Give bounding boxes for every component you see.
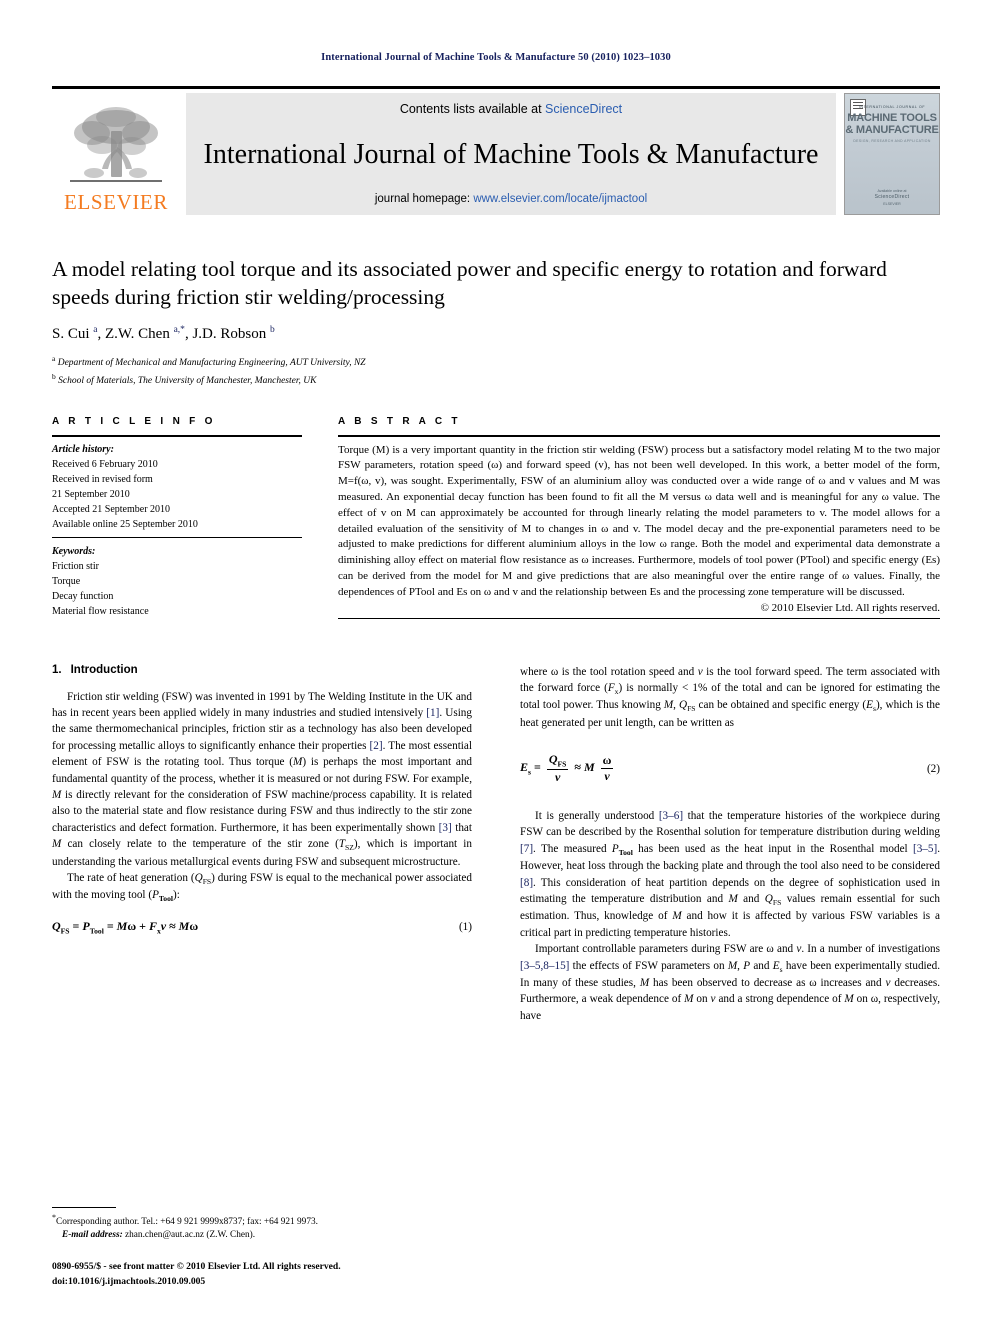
equation-2-number: (2)	[926, 762, 940, 775]
info-abstract-region: A R T I C L E I N F O Article history: R…	[52, 416, 940, 620]
abstract-text: Torque (M) is a very important quantity …	[338, 443, 940, 598]
cover-eyebrow: INTERNATIONAL JOURNAL OF	[858, 105, 926, 109]
affiliation-b-mark: b	[52, 371, 56, 381]
footnote-corresponding-text: Corresponding author. Tel.: +64 9 921 99…	[56, 1216, 318, 1227]
running-head: International Journal of Machine Tools &…	[321, 52, 671, 63]
keyword-item: Decay function	[52, 591, 114, 603]
footnote-block: *Corresponding author. Tel.: +64 9 921 9…	[52, 1206, 472, 1289]
cover-foot-big: ScienceDirect	[874, 194, 910, 201]
article-history-item: Received 6 February 2010	[52, 458, 158, 470]
masthead-banner: Contents lists available at ScienceDirec…	[186, 93, 836, 215]
footnote-email-address[interactable]: zhan.chen@aut.ac.nz (Z.W. Chen).	[125, 1230, 255, 1240]
abstract-rule-bottom	[338, 617, 940, 619]
citation-ref[interactable]: [3]	[439, 822, 452, 834]
sciencedirect-link[interactable]: ScienceDirect	[545, 102, 622, 116]
section-heading-introduction: 1. Introduction	[52, 664, 472, 676]
footnote-email-line: E-mail address: zhan.chen@aut.ac.nz (Z.W…	[52, 1229, 472, 1243]
journal-homepage-link[interactable]: www.elsevier.com/locate/ijmactool	[473, 193, 647, 205]
keywords-block: Keywords: Friction stir Torque Decay fun…	[52, 538, 302, 620]
abstract-heading: A B S T R A C T	[338, 415, 461, 427]
citation-ref[interactable]: [3–6]	[659, 810, 683, 822]
page-title: A model relating tool torque and its ass…	[52, 257, 887, 310]
paragraph-right-2: It is generally understood [3–6] that th…	[520, 810, 941, 939]
journal-masthead: ELSEVIER Contents lists available at Sci…	[52, 86, 940, 215]
cover-title: MACHINE TOOLS & MANUFACTURE	[845, 112, 939, 137]
body-columns: 1. Introduction Friction stir welding (FS…	[52, 664, 940, 1025]
keywords-label: Keywords:	[52, 545, 96, 557]
citation-ref[interactable]: [2]	[370, 740, 383, 752]
section-title-text: Introduction	[70, 663, 138, 676]
keyword-item: Torque	[52, 576, 81, 587]
title-block: A model relating tool torque and its ass…	[52, 255, 940, 389]
article-history-item: Available online 25 September 2010	[52, 519, 198, 531]
issn-block: 0890-6955/$ - see front matter © 2010 El…	[52, 1260, 472, 1289]
footnote-rule	[52, 1206, 116, 1208]
affiliation-list: a Department of Mechanical and Manufactu…	[52, 353, 940, 389]
article-history-item: Accepted 21 September 2010	[52, 504, 171, 516]
elsevier-tree-icon	[70, 107, 162, 182]
issn-line: 0890-6955/$ - see front matter © 2010 El…	[52, 1261, 341, 1273]
paragraph-intro-1: Friction stir welding (FSW) was invented…	[52, 690, 473, 868]
affiliation-b: b School of Materials, The University of…	[52, 371, 940, 389]
article-info-heading: A R T I C L E I N F O	[52, 415, 216, 427]
journal-cover-thumbnail: INTERNATIONAL JOURNAL OF MACHINE TOOLS &…	[844, 93, 940, 215]
paragraph-right-3: Important controllable parameters during…	[520, 943, 941, 1022]
cover-title-line2: & MANUFACTURE	[845, 123, 939, 136]
body-column-left: 1. Introduction Friction stir welding (FS…	[52, 664, 472, 1025]
equation-1-row: QFS = PTool = Mω + Fxv ≈ Mω (1)	[52, 919, 472, 935]
citation-ref[interactable]: [8]	[520, 877, 533, 889]
cover-subtitle: DESIGN, RESEARCH AND APPLICATION	[853, 139, 931, 143]
equation-1-number: (1)	[458, 920, 472, 933]
section-number: 1.	[52, 663, 62, 676]
paragraph-intro-2: The rate of heat generation (QFS) during…	[52, 871, 472, 904]
article-history-item: Received in revised form	[52, 473, 153, 485]
equation-2-body: Es = QFS v ≈ M ωv	[520, 752, 614, 785]
elsevier-wordmark: ELSEVIER	[64, 190, 168, 214]
affiliation-a-mark: a	[52, 353, 56, 363]
cover-footer: Available online at ScienceDirect ELSEVI…	[845, 189, 939, 207]
abstract-column: A B S T R A C T Torque (M) is a very imp…	[338, 416, 940, 620]
citation-ref[interactable]: [3–5,8–15]	[520, 960, 569, 972]
affiliation-a: a Department of Mechanical and Manufactu…	[52, 353, 940, 371]
author-list: S. Cui a, Z.W. Chen a,*, J.D. Robson b	[52, 324, 275, 342]
abstract-copyright: © 2010 Elsevier Ltd. All rights reserved…	[760, 601, 940, 614]
keyword-item: Material flow resistance	[52, 606, 149, 618]
footnote-corresponding-author: *Corresponding author. Tel.: +64 9 921 9…	[52, 1212, 472, 1230]
article-history-item: 21 September 2010	[52, 489, 130, 501]
journal-homepage-line: journal homepage: www.elsevier.com/locat…	[186, 193, 836, 205]
citation-ref[interactable]: [7]	[520, 843, 533, 855]
journal-title: International Journal of Machine Tools &…	[203, 138, 819, 170]
contents-available-line: Contents lists available at ScienceDirec…	[186, 102, 836, 116]
affiliation-a-text: Department of Mechanical and Manufacturi…	[57, 357, 366, 368]
equation-1-body: QFS = PTool = Mω + Fxv ≈ Mω	[52, 918, 199, 936]
paper-page: International Journal of Machine Tools &…	[0, 0, 992, 1323]
footnote-email-label: E-mail address:	[62, 1230, 123, 1241]
cover-foot-small: Available online at	[877, 188, 907, 193]
body-column-right: where ω is the tool rotation speed and v…	[520, 664, 940, 1025]
paragraph-right-1: where ω is the tool rotation speed and v…	[520, 665, 940, 729]
citation-ref[interactable]: [1]	[426, 707, 439, 719]
article-history-block: Article history: Received 6 February 201…	[52, 437, 302, 537]
cover-title-line1: MACHINE TOOLS	[847, 112, 937, 124]
keyword-item: Friction stir	[52, 560, 99, 572]
cover-foot-tiny: ELSEVIER	[883, 201, 901, 206]
article-info-column: A R T I C L E I N F O Article history: R…	[52, 416, 302, 620]
doi-line[interactable]: doi:10.1016/j.ijmachtools.2010.09.005	[52, 1275, 472, 1289]
elsevier-logo: ELSEVIER	[52, 93, 180, 215]
citation-ref[interactable]: [3–5]	[913, 843, 937, 855]
affiliation-b-text: School of Materials, The University of M…	[58, 375, 317, 386]
homepage-prefix: journal homepage:	[374, 192, 474, 205]
article-history-label: Article history:	[52, 443, 114, 455]
contents-prefix: Contents lists available at	[399, 102, 546, 116]
equation-2-row: Es = QFS v ≈ M ωv (2)	[520, 753, 940, 784]
